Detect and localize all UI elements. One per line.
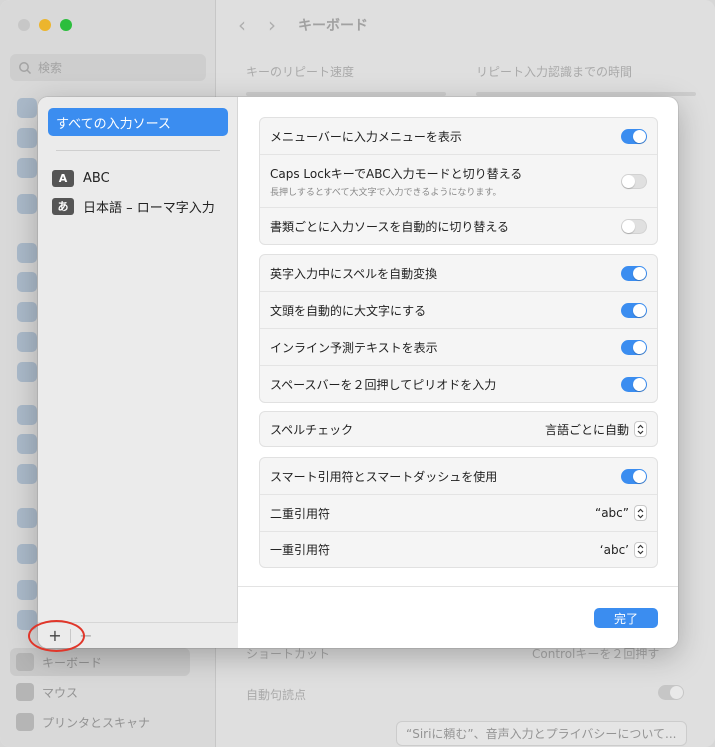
auto-capitalize-label: 文頭を自動的に大文字にする — [270, 303, 427, 318]
single-quote-label: 一重引用符 — [270, 543, 331, 557]
updown-chevron-icon — [634, 505, 647, 521]
inline-predictive-label: インライン予測テキストを表示 — [270, 340, 438, 355]
auto-switch-source-label: 書類ごとに入力ソースを自動的に切り替える — [270, 219, 510, 234]
input-source-label: ABC — [83, 170, 110, 186]
show-input-menu-label: メニューバーに入力メニューを表示 — [270, 129, 462, 144]
smart-quotes-toggle[interactable] — [621, 468, 647, 484]
input-sources-sheet: すべての入力ソース A ABC あ 日本語 – ローマ字入力 + − メニューバ… — [38, 97, 678, 648]
caps-lock-switch-toggle[interactable] — [621, 173, 647, 189]
spell-check-label: スペルチェック — [270, 422, 354, 437]
auto-switch-source-toggle[interactable] — [621, 218, 647, 234]
double-space-period-label: スペースバーを２回押してピリオドを入力 — [270, 377, 497, 392]
settings-row: スペースバーを２回押してピリオドを入力 — [260, 366, 657, 402]
caps-lock-switch-description: 長押しするとすべて大文字で入力できるようになります。 — [270, 187, 502, 198]
double-quote-label: 二重引用符 — [270, 506, 331, 521]
inline-predictive-toggle[interactable] — [621, 339, 647, 355]
input-source-abc[interactable]: A ABC — [52, 168, 110, 188]
input-menu-group: メニューバーに入力メニューを表示 Caps LockキーでABC入力モードと切り… — [259, 117, 658, 245]
updown-chevron-icon — [634, 421, 647, 437]
updown-chevron-icon — [634, 541, 647, 558]
double-quote-value: “abc” — [594, 506, 629, 520]
smart-quotes-group: スマート引用符とスマートダッシュを使用 二重引用符 “abc” 一重引用符 ‘a… — [259, 457, 658, 568]
auto-correct-spelling-label: 英字入力中にスペルを自動変換 — [270, 266, 438, 281]
spell-check-popup[interactable]: 言語ごとに自動 — [545, 421, 647, 438]
settings-row: 英字入力中にスペルを自動変換 — [260, 255, 657, 292]
auto-correct-spelling-toggle[interactable] — [621, 265, 647, 281]
settings-row: スマート引用符とスマートダッシュを使用 — [260, 458, 657, 495]
japanese-badge-icon: あ — [52, 197, 74, 215]
settings-row: 書類ごとに入力ソースを自動的に切り替える — [260, 208, 657, 244]
input-source-japanese[interactable]: あ 日本語 – ローマ字入力 — [52, 196, 215, 216]
sheet-footer: 完了 — [238, 586, 678, 648]
settings-row: メニューバーに入力メニューを表示 — [260, 118, 657, 155]
double-space-period-toggle[interactable] — [621, 376, 647, 392]
settings-row: インライン予測テキストを表示 — [260, 329, 657, 366]
settings-row: 文頭を自動的に大文字にする — [260, 292, 657, 329]
spell-check-value: 言語ごとに自動 — [544, 422, 629, 437]
double-quote-popup[interactable]: “abc” — [595, 505, 647, 521]
settings-row: 一重引用符 ‘abc’ — [260, 532, 657, 567]
single-quote-popup[interactable]: ‘abc’ — [599, 541, 647, 558]
caps-lock-switch-label: Caps LockキーでABC入力モードと切り替える — [270, 166, 523, 181]
smart-quotes-label: スマート引用符とスマートダッシュを使用 — [270, 469, 498, 484]
single-quote-value: ‘abc’ — [599, 542, 629, 557]
show-input-menu-toggle[interactable] — [621, 128, 647, 144]
settings-window: 検索 キーボード マウス プリンタとスキャナ ‹ › キーボード キーのリピート… — [0, 0, 715, 747]
auto-capitalize-toggle[interactable] — [621, 302, 647, 318]
text-correction-group: 英字入力中にスペルを自動変換 文頭を自動的に大文字にする インライン予測テキスト… — [259, 254, 658, 403]
input-source-label: 日本語 – ローマ字入力 — [83, 200, 215, 216]
input-sources-list: すべての入力ソース A ABC あ 日本語 – ローマ字入力 + − — [38, 97, 238, 648]
all-input-sources-item[interactable]: すべての入力ソース — [48, 108, 228, 136]
highlight-annotation-ring — [28, 620, 85, 652]
list-divider — [56, 150, 220, 151]
spell-check-group: スペルチェック 言語ごとに自動 — [259, 411, 658, 447]
settings-row: スペルチェック 言語ごとに自動 — [260, 412, 657, 446]
settings-row: Caps LockキーでABC入力モードと切り替える 長押しするとすべて大文字で… — [260, 155, 657, 208]
settings-row: 二重引用符 “abc” — [260, 495, 657, 532]
done-button[interactable]: 完了 — [594, 608, 658, 628]
abc-badge-icon: A — [52, 169, 74, 187]
